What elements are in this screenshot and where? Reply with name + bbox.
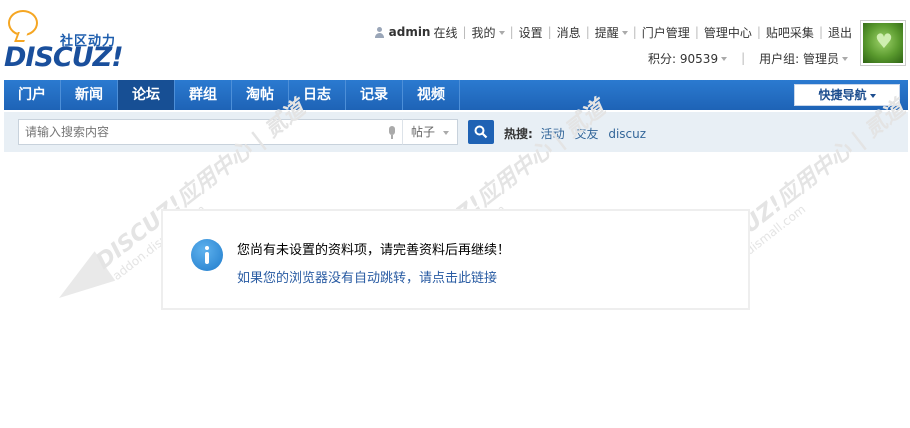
- avatar[interactable]: [860, 20, 906, 66]
- user-stats: 积分: 90539 | 用户组: 管理员: [648, 50, 848, 66]
- portal-admin-link[interactable]: 门户管理: [642, 24, 690, 41]
- divider: |: [756, 25, 761, 39]
- notifications-menu[interactable]: 提醒: [595, 24, 628, 41]
- microphone-icon[interactable]: [388, 126, 396, 139]
- chevron-down-icon: [842, 57, 848, 61]
- username-link[interactable]: admin: [389, 25, 431, 39]
- divider: |: [694, 25, 699, 39]
- divider: |: [632, 25, 637, 39]
- divider: |: [585, 25, 590, 39]
- divider: |: [547, 25, 552, 39]
- nav-item-news[interactable]: 新闻: [61, 80, 118, 110]
- chevron-down-icon: [443, 130, 450, 135]
- nav-item-portal[interactable]: 门户: [4, 80, 61, 110]
- search-button[interactable]: [468, 120, 494, 144]
- my-menu[interactable]: 我的: [472, 24, 505, 41]
- usergroup-label: 用户组: 管理员: [759, 51, 839, 66]
- speech-bubble-icon: [8, 10, 38, 36]
- divider: |: [509, 25, 514, 39]
- logo-wordmark: DISCUZ!: [4, 42, 124, 73]
- nav-item-forum[interactable]: 论坛: [118, 80, 175, 110]
- hot-search-label: 热搜:: [504, 127, 533, 141]
- tieba-collect-link[interactable]: 贴吧采集: [766, 24, 814, 41]
- nav-item-groups[interactable]: 群组: [175, 80, 232, 110]
- hot-word-link[interactable]: 活动: [541, 127, 565, 141]
- hot-word-link[interactable]: 交友: [574, 127, 598, 141]
- chevron-down-icon: [621, 31, 628, 35]
- user-toolbar: admin 在线 | 我的 | 设置 | 消息 | 提醒 | 门户管理 | 管理…: [374, 24, 852, 40]
- quick-nav-button[interactable]: 快捷导航: [794, 84, 900, 106]
- nav-item-collections[interactable]: 淘帖: [232, 80, 289, 110]
- admin-center-link[interactable]: 管理中心: [704, 24, 752, 41]
- redirect-link[interactable]: 如果您的浏览器没有自动跳转，请点击此链接: [237, 267, 497, 286]
- chevron-down-icon: [721, 57, 728, 61]
- quick-nav-label: 快捷导航: [818, 88, 867, 102]
- hot-word-link[interactable]: discuz: [608, 127, 646, 141]
- points-menu[interactable]: 积分: 90539: [648, 50, 728, 67]
- main-nav: 门户 新闻 论坛 群组 淘帖 日志 记录 视频 快捷导航: [4, 80, 908, 110]
- watermark-arrow-icon: [48, 251, 116, 313]
- notifications-label: 提醒: [594, 25, 619, 40]
- divider: |: [818, 25, 823, 39]
- search-type-select[interactable]: 帖子: [402, 119, 458, 145]
- divider: |: [462, 25, 467, 39]
- divider: |: [741, 51, 746, 65]
- messages-link[interactable]: 消息: [557, 24, 581, 41]
- info-icon: [191, 239, 223, 271]
- chevron-down-icon: [869, 93, 876, 98]
- nav-item-video[interactable]: 视频: [403, 80, 460, 110]
- search-bar: 帖子 热搜: 活动 交友 discuz: [4, 112, 908, 152]
- notice-box: 您尚有未设置的资料项，请完善资料后再继续！ 如果您的浏览器没有自动跳转，请点击此…: [161, 209, 750, 310]
- my-menu-label: 我的: [471, 25, 496, 40]
- search-type-label: 帖子: [411, 125, 436, 139]
- user-icon: [374, 26, 385, 38]
- usergroup-menu[interactable]: 用户组: 管理员: [759, 50, 848, 67]
- search-icon: [474, 125, 488, 139]
- chevron-down-icon: [498, 31, 505, 35]
- logout-link[interactable]: 退出: [828, 24, 852, 41]
- online-status: 在线: [433, 25, 458, 40]
- settings-link[interactable]: 设置: [519, 24, 543, 41]
- avatar-image: [863, 23, 903, 63]
- nav-item-blog[interactable]: 日志: [289, 80, 346, 110]
- hot-search: 热搜: 活动 交友 discuz: [504, 125, 652, 142]
- points-label: 积分: 90539: [648, 51, 719, 66]
- notice-message: 您尚有未设置的资料项，请完善资料后再继续！: [237, 243, 511, 258]
- logo[interactable]: 社区动力 DISCUZ!: [4, 10, 134, 73]
- nav-item-records[interactable]: 记录: [346, 80, 403, 110]
- search-input[interactable]: [18, 119, 406, 145]
